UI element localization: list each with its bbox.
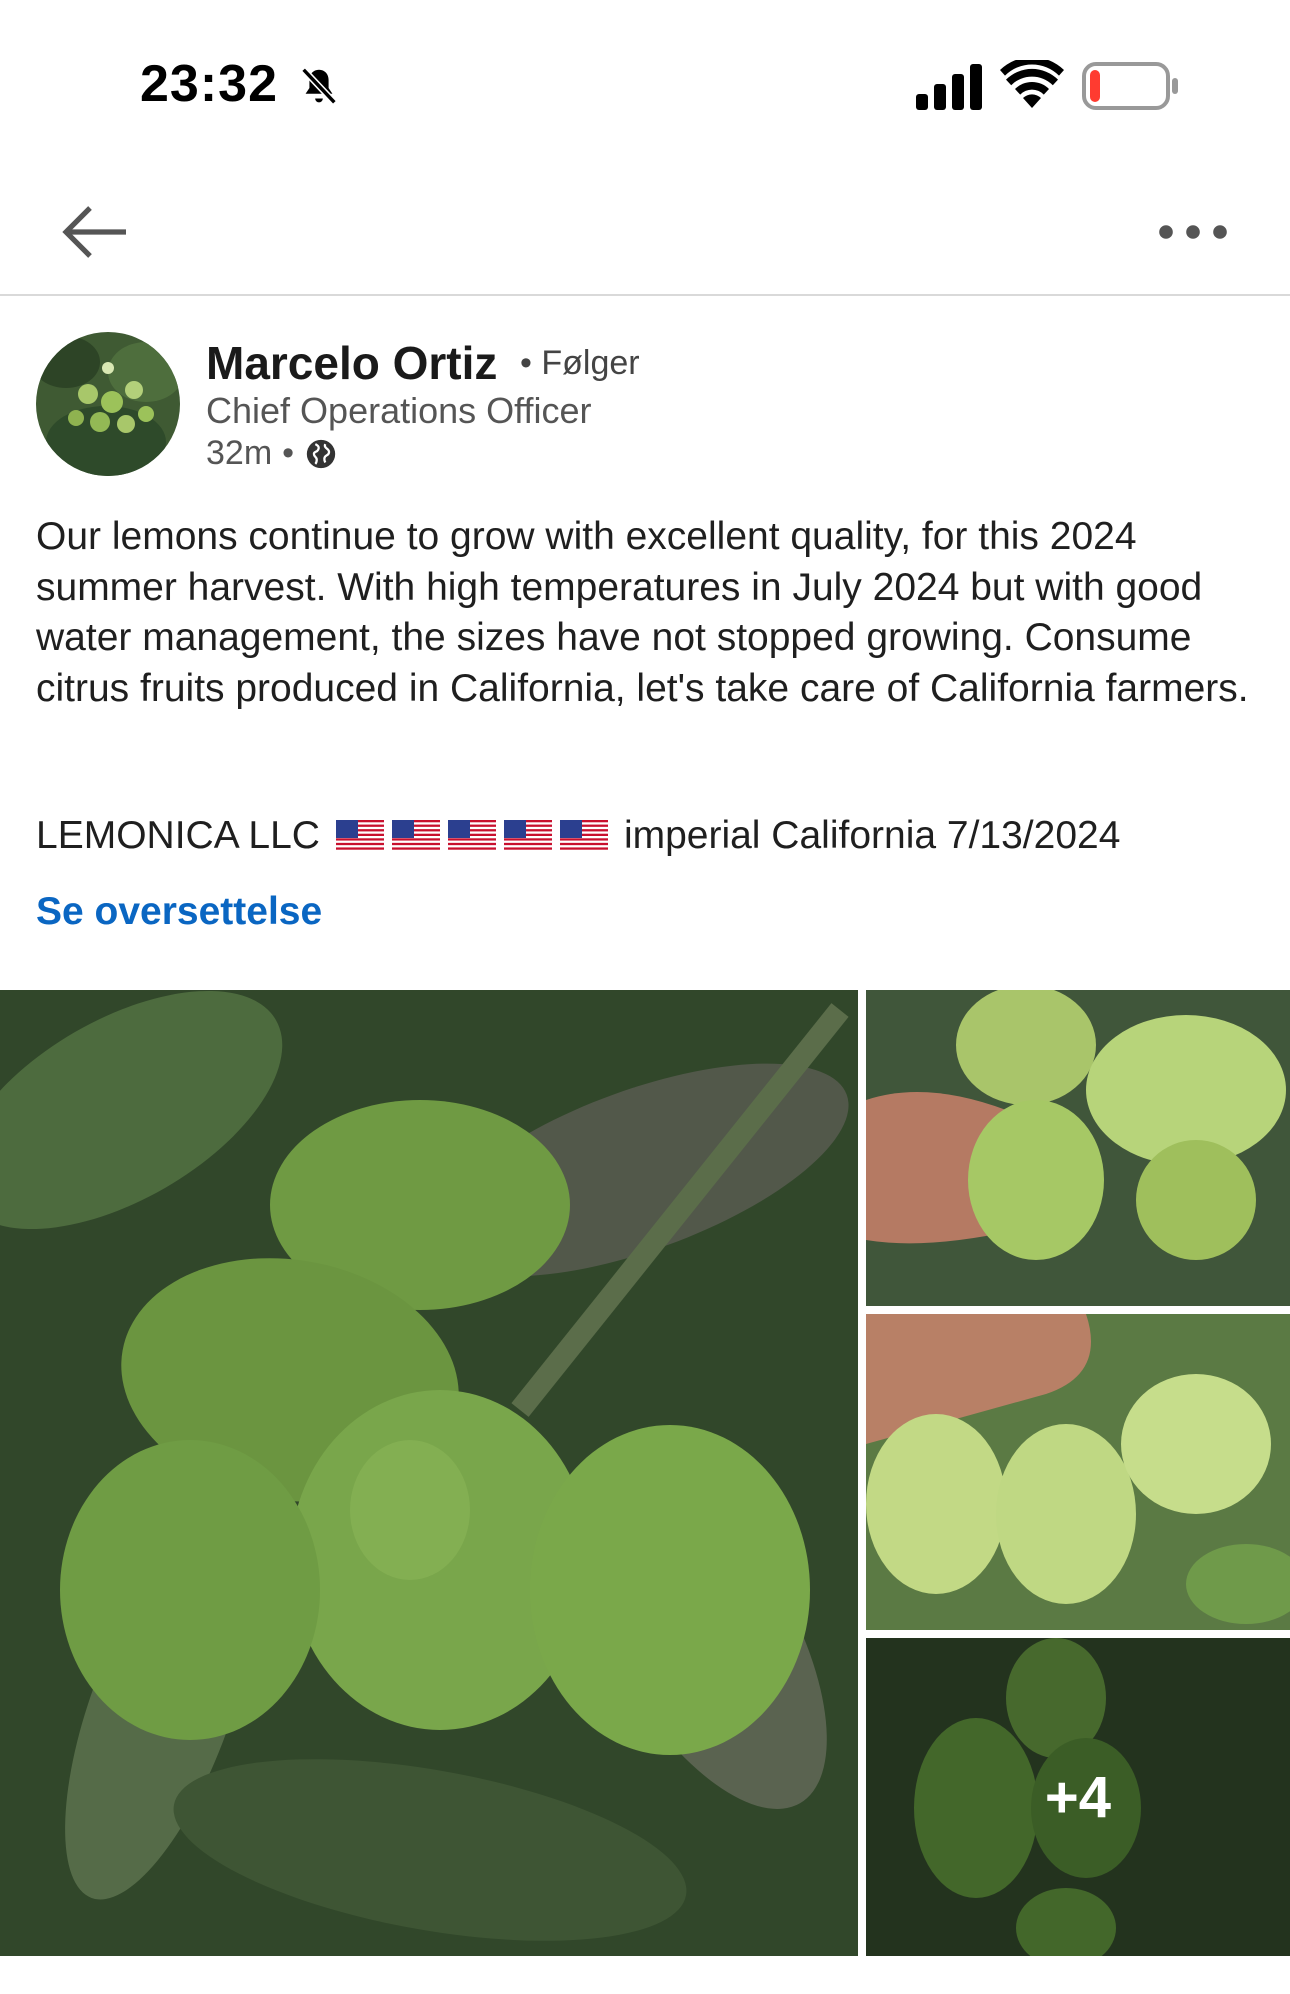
more-images-count[interactable]: +4 — [866, 1638, 1290, 1956]
us-flag-icon — [559, 820, 608, 852]
post-image-3[interactable] — [866, 1314, 1290, 1630]
us-flag-icon — [391, 820, 440, 852]
battery-low-icon — [1082, 62, 1178, 110]
top-nav-bar — [0, 170, 1290, 296]
location-date: imperial California 7/13/2024 — [623, 814, 1121, 857]
more-options-icon[interactable] — [1158, 210, 1228, 254]
post-time: 32m — [206, 434, 273, 472]
author-avatar[interactable] — [36, 332, 180, 476]
globe-icon — [306, 439, 336, 468]
status-time: 23:32 — [140, 55, 278, 113]
see-translation-link[interactable]: Se oversettelse — [36, 890, 322, 934]
post-image-2[interactable] — [866, 990, 1290, 1306]
follow-status[interactable]: • Følger — [520, 344, 640, 383]
company-name: LEMONICA LLC — [36, 814, 320, 857]
us-flag-icon — [447, 820, 496, 852]
post-image-main[interactable] — [0, 990, 858, 1956]
post-company-line: LEMONICA LLC imperial California 7/13/20… — [36, 814, 1120, 858]
post-body: Our lemons continue to grow with excelle… — [36, 515, 1249, 710]
cellular-signal-icon — [916, 64, 982, 110]
us-flag-icon — [335, 820, 384, 852]
author-name[interactable]: Marcelo Ortiz — [206, 336, 497, 390]
wifi-icon — [1000, 60, 1064, 108]
us-flag-icon — [503, 820, 552, 852]
author-title: Chief Operations Officer — [206, 390, 592, 431]
flag-group — [335, 820, 608, 852]
status-bar: 23:32 — [0, 0, 1290, 170]
meta-separator: • — [282, 434, 295, 472]
post-image-4[interactable]: +4 — [866, 1638, 1290, 1956]
bell-muted-icon — [301, 67, 337, 105]
post-meta: 32m • — [206, 434, 338, 473]
back-arrow-icon[interactable] — [58, 196, 130, 268]
